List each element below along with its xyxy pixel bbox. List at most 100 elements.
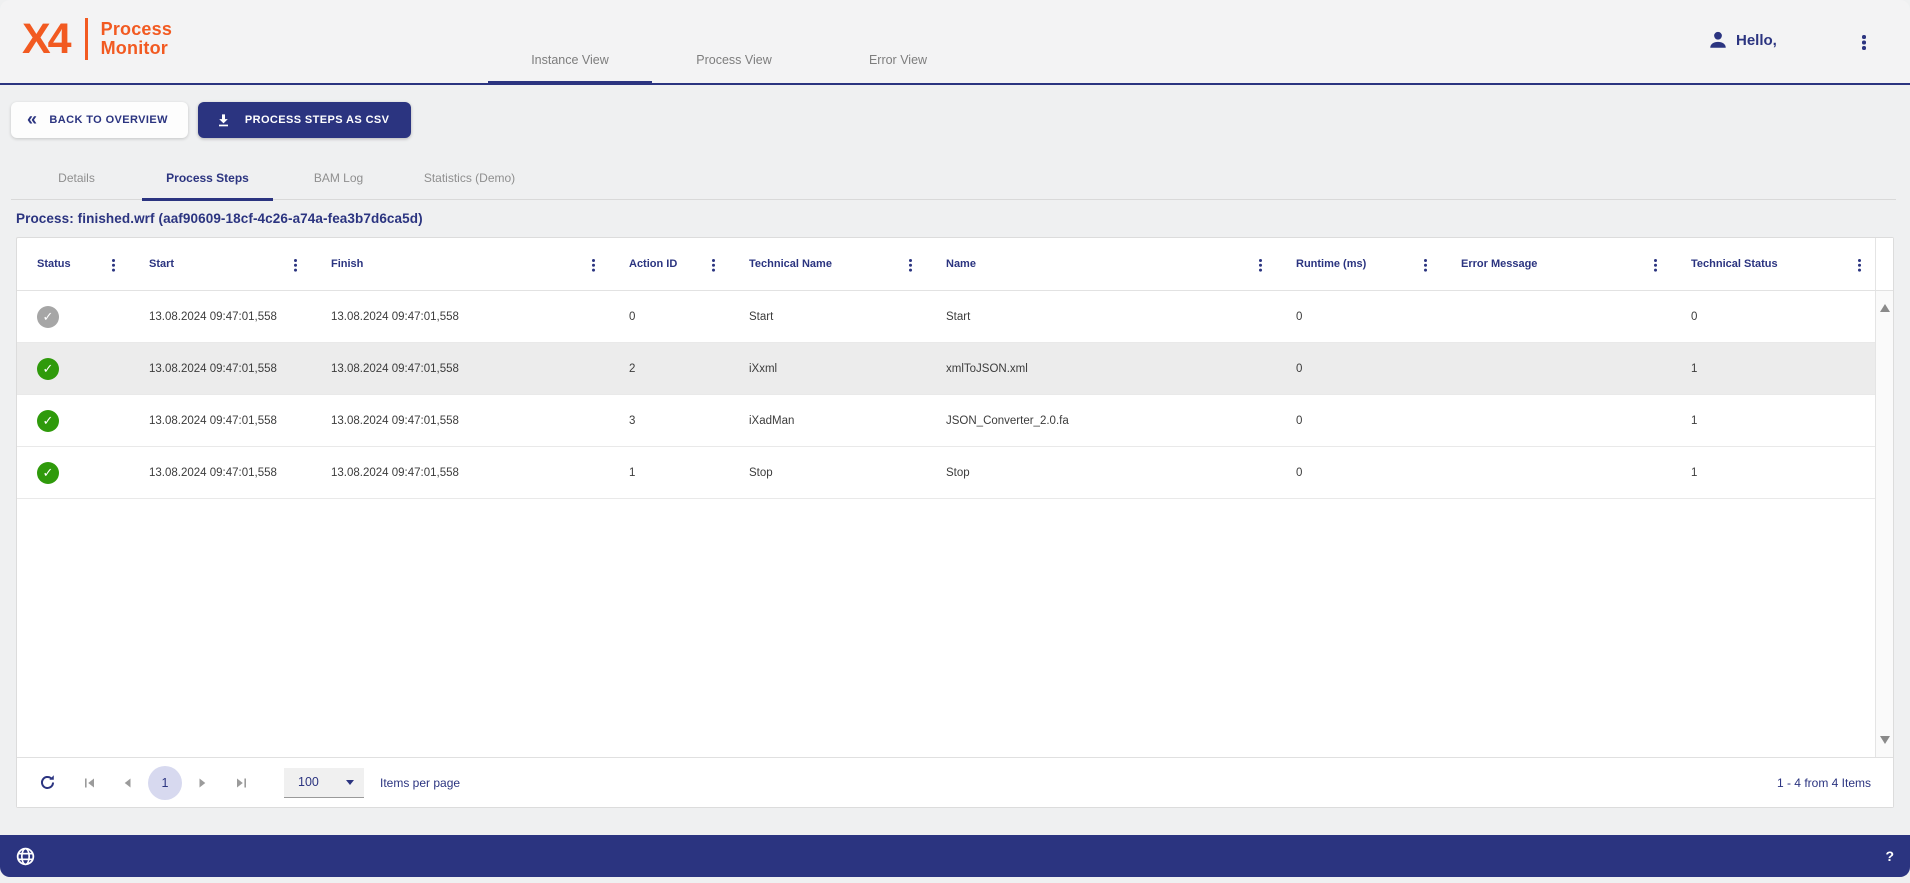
column-menu-icon[interactable] [1259, 257, 1263, 272]
column-header-status[interactable]: Status [17, 238, 129, 290]
cell-name: JSON_Converter_2.0.fa [926, 415, 1276, 427]
detail-tabs: Details Process Steps BAM Log Statistics… [11, 160, 535, 201]
column-header-name[interactable]: Name [926, 238, 1276, 290]
toolbar: « BACK TO OVERVIEW PROCESS STEPS AS CSV [11, 102, 411, 138]
cell-finish: 13.08.2024 09:47:01,558 [311, 467, 609, 479]
column-label-error-message: Error Message [1461, 258, 1537, 270]
header-menu-button[interactable] [1862, 33, 1866, 57]
column-header-action-id[interactable]: Action ID [609, 238, 729, 290]
main-nav-tabs: Instance View Process View Error View [488, 0, 980, 85]
cell-runtime: 0 [1276, 311, 1441, 323]
column-label-action-id: Action ID [629, 258, 677, 270]
items-range-label: 1 - 4 from 4 Items [1777, 776, 1871, 790]
cell-technical-name: iXxml [729, 363, 926, 375]
column-header-start[interactable]: Start [129, 238, 311, 290]
back-button-label: BACK TO OVERVIEW [49, 114, 167, 126]
x4-logo: X4 [22, 15, 69, 63]
language-button[interactable] [16, 847, 35, 866]
column-menu-icon[interactable] [592, 257, 596, 272]
last-page-button[interactable] [222, 777, 260, 789]
column-header-finish[interactable]: Finish [311, 238, 609, 290]
tab-process-view[interactable]: Process View [652, 0, 816, 85]
column-menu-icon[interactable] [294, 257, 298, 272]
app-footer: ? [0, 835, 1910, 877]
scroll-down-icon[interactable] [1880, 736, 1890, 744]
tab-process-view-label: Process View [696, 53, 772, 67]
column-menu-icon[interactable] [1654, 257, 1658, 272]
logo-divider [85, 18, 88, 60]
first-page-button[interactable] [70, 777, 108, 789]
page-number-button[interactable]: 1 [148, 766, 182, 800]
column-menu-icon[interactable] [1858, 257, 1862, 272]
column-menu-icon[interactable] [712, 257, 716, 272]
table-row[interactable]: ✓ 13.08.2024 09:47:01,558 13.08.2024 09:… [17, 291, 1875, 343]
process-steps-csv-button[interactable]: PROCESS STEPS AS CSV [198, 102, 412, 138]
back-to-overview-button[interactable]: « BACK TO OVERVIEW [11, 102, 188, 138]
user-menu[interactable]: Hello, [1708, 30, 1777, 50]
cell-start: 13.08.2024 09:47:01,558 [129, 311, 311, 323]
next-page-button[interactable] [184, 777, 222, 789]
cell-technical-name: Stop [729, 467, 926, 479]
column-header-technical-status[interactable]: Technical Status [1671, 238, 1875, 290]
column-header-runtime[interactable]: Runtime (ms) [1276, 238, 1441, 290]
cell-technical-name: Start [729, 311, 926, 323]
kebab-icon [1862, 33, 1866, 52]
cell-runtime: 0 [1276, 363, 1441, 375]
cell-technical-status: 1 [1671, 363, 1875, 375]
tab-statistics-demo[interactable]: Statistics (Demo) [404, 160, 535, 201]
cell-technical-status: 1 [1671, 467, 1875, 479]
process-title: Process: finished.wrf (aaf90609-18cf-4c2… [16, 211, 423, 226]
download-icon [216, 113, 231, 128]
column-label-status: Status [37, 258, 71, 270]
column-label-finish: Finish [331, 258, 363, 270]
tab-error-view-label: Error View [869, 53, 927, 67]
column-label-name: Name [946, 258, 976, 270]
refresh-button[interactable] [39, 774, 56, 791]
column-header-technical-name[interactable]: Technical Name [729, 238, 926, 290]
vertical-scrollbar[interactable] [1875, 291, 1893, 757]
scroll-up-icon[interactable] [1880, 304, 1890, 312]
cell-finish: 13.08.2024 09:47:01,558 [311, 311, 609, 323]
table-row[interactable]: ✓ 13.08.2024 09:47:01,558 13.08.2024 09:… [17, 395, 1875, 447]
tab-details-label: Details [58, 171, 95, 185]
product-line1: Process [101, 20, 172, 39]
process-steps-grid: Status Start Finish Action ID Technical … [16, 237, 1894, 808]
last-page-icon [235, 777, 248, 789]
grid-body: ✓ 13.08.2024 09:47:01,558 13.08.2024 09:… [17, 291, 1893, 757]
previous-page-button[interactable] [108, 777, 146, 789]
cell-start: 13.08.2024 09:47:01,558 [129, 363, 311, 375]
help-button[interactable]: ? [1885, 848, 1894, 864]
tab-bam-log[interactable]: BAM Log [273, 160, 404, 201]
status-check-icon: ✓ [37, 462, 59, 484]
column-menu-icon[interactable] [1424, 257, 1428, 272]
cell-action-id: 1 [609, 467, 729, 479]
header-scrollbar-spacer [1875, 238, 1893, 290]
tab-instance-view[interactable]: Instance View [488, 0, 652, 85]
tab-process-steps-label: Process Steps [166, 171, 249, 185]
table-row[interactable]: ✓ 13.08.2024 09:47:01,558 13.08.2024 09:… [17, 447, 1875, 499]
csv-button-label: PROCESS STEPS AS CSV [245, 114, 390, 126]
page-size-select[interactable]: 100 [284, 768, 364, 798]
table-row[interactable]: ✓ 13.08.2024 09:47:01,558 13.08.2024 09:… [17, 343, 1875, 395]
tab-details[interactable]: Details [11, 160, 142, 201]
column-menu-icon[interactable] [909, 257, 913, 272]
column-menu-icon[interactable] [112, 257, 116, 272]
greeting-text: Hello, [1736, 32, 1777, 49]
tab-error-view[interactable]: Error View [816, 0, 980, 85]
items-per-page-label: Items per page [380, 776, 460, 790]
cell-start: 13.08.2024 09:47:01,558 [129, 415, 311, 427]
cell-name: Stop [926, 467, 1276, 479]
column-header-error-message[interactable]: Error Message [1441, 238, 1671, 290]
cell-runtime: 0 [1276, 415, 1441, 427]
tab-process-steps[interactable]: Process Steps [142, 160, 273, 201]
column-label-runtime: Runtime (ms) [1296, 258, 1366, 270]
column-label-technical-name: Technical Name [749, 258, 832, 270]
cell-technical-status: 0 [1671, 311, 1875, 323]
grid-pager: 1 100 Items per page 1 - 4 from 4 Items [17, 757, 1893, 807]
refresh-icon [39, 774, 56, 791]
status-check-icon: ✓ [37, 306, 59, 328]
user-icon [1708, 30, 1728, 50]
cell-technical-name: iXadMan [729, 415, 926, 427]
tab-statistics-demo-label: Statistics (Demo) [424, 171, 515, 185]
status-check-icon: ✓ [37, 358, 59, 380]
